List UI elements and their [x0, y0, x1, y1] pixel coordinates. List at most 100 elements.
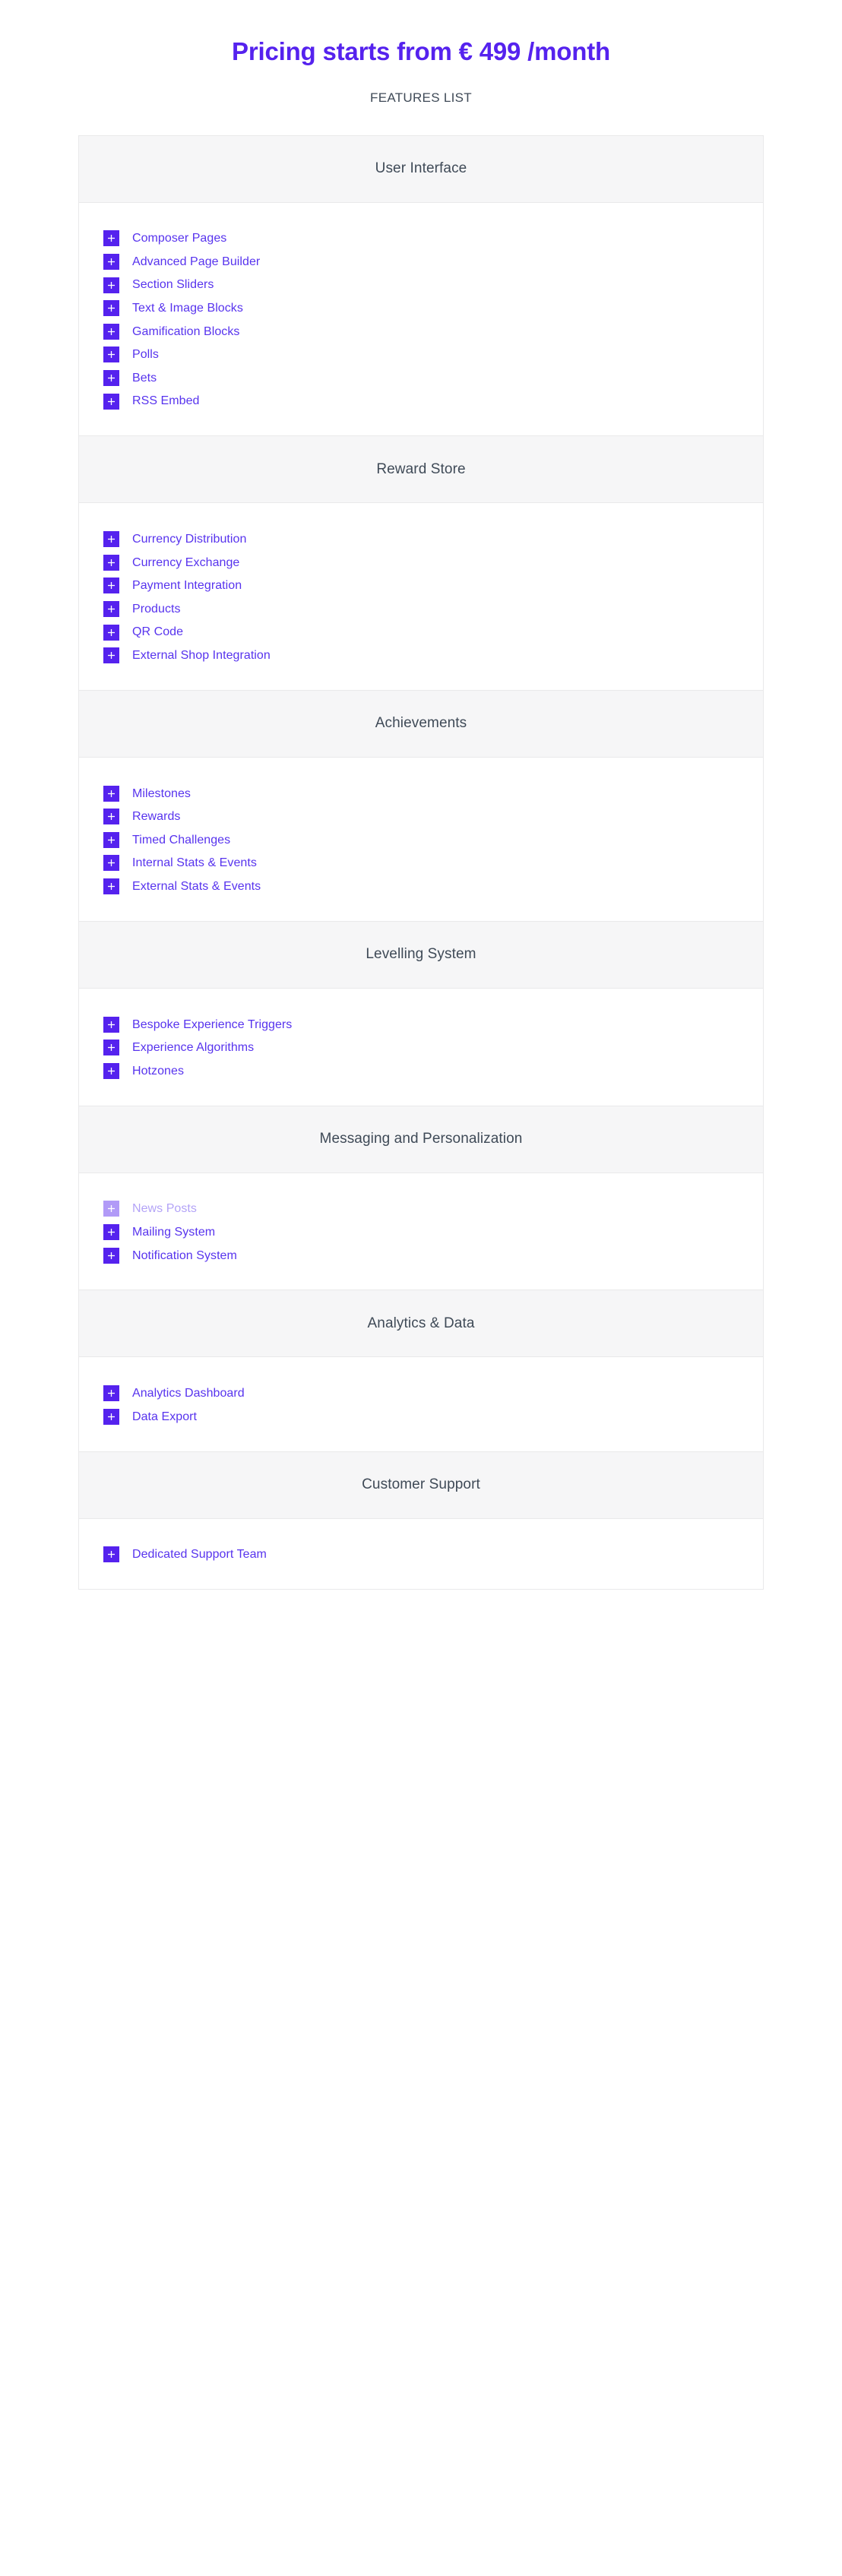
feature-label[interactable]: Bespoke Experience Triggers [132, 1017, 292, 1032]
plus-icon[interactable] [103, 1546, 119, 1562]
plus-icon[interactable] [103, 230, 119, 246]
feature-label[interactable]: Advanced Page Builder [132, 255, 260, 269]
feature-row[interactable]: QR Code [79, 621, 763, 644]
plus-icon[interactable] [103, 601, 119, 617]
feature-label[interactable]: Mailing System [132, 1225, 215, 1239]
feature-section-achievements: Achievements Milestones Rewards Timed Chall… [79, 691, 763, 922]
feature-row[interactable]: Timed Challenges [79, 828, 763, 852]
feature-row[interactable]: Gamification Blocks [79, 320, 763, 343]
feature-label[interactable]: Bets [132, 371, 157, 385]
plus-icon[interactable] [103, 1040, 119, 1055]
section-header-achievements: Achievements [79, 691, 763, 758]
feature-label[interactable]: Analytics Dashboard [132, 1386, 245, 1400]
feature-row[interactable]: Text & Image Blocks [79, 296, 763, 320]
feature-label[interactable]: QR Code [132, 625, 183, 639]
hero-header: Pricing starts from € 499 /month FEATURE… [0, 0, 842, 106]
feature-row[interactable]: External Stats & Events [79, 875, 763, 898]
section-header-reward-store: Reward Store [79, 436, 763, 503]
feature-label[interactable]: Payment Integration [132, 578, 242, 593]
feature-row[interactable]: Bespoke Experience Triggers [79, 1013, 763, 1036]
feature-label[interactable]: Hotzones [132, 1064, 184, 1078]
plus-icon[interactable] [103, 555, 119, 571]
feature-label[interactable]: Rewards [132, 809, 180, 824]
feature-row[interactable]: Analytics Dashboard [79, 1381, 763, 1405]
plus-icon[interactable] [103, 277, 119, 293]
feature-row[interactable]: Currency Exchange [79, 551, 763, 574]
feature-row[interactable]: Dedicated Support Team [79, 1543, 763, 1567]
feature-row[interactable]: Hotzones [79, 1059, 763, 1083]
feature-label[interactable]: Products [132, 602, 181, 616]
plus-icon[interactable] [103, 809, 119, 824]
plus-icon[interactable] [103, 786, 119, 802]
feature-label[interactable]: Internal Stats & Events [132, 856, 257, 870]
feature-section-levelling-system: Levelling SystemBespoke Experience Trigg… [79, 922, 763, 1106]
plus-icon[interactable] [103, 370, 119, 386]
feature-row[interactable]: Products [79, 597, 763, 621]
feature-label[interactable]: RSS Embed [132, 394, 200, 408]
feature-label[interactable]: Currency Distribution [132, 532, 246, 546]
feature-row[interactable]: External Shop Integration [79, 644, 763, 667]
section-title: Messaging and Personalization [320, 1131, 523, 1147]
feature-row[interactable]: Bets [79, 366, 763, 390]
feature-row[interactable]: Advanced Page Builder [79, 250, 763, 274]
plus-icon[interactable] [103, 855, 119, 871]
plus-icon[interactable] [103, 1248, 119, 1264]
plus-icon[interactable] [103, 625, 119, 641]
feature-label[interactable]: External Stats & Events [132, 879, 261, 894]
feature-row[interactable]: Experience Algorithms [79, 1036, 763, 1059]
plus-icon[interactable] [103, 1063, 119, 1079]
plus-icon[interactable] [103, 1017, 119, 1033]
plus-icon[interactable] [103, 531, 119, 547]
plus-icon[interactable] [103, 347, 119, 362]
page-subtitle: FEATURES LIST [0, 67, 842, 106]
feature-section-messaging-and-personalization: Messaging and Personalization News Posts M… [79, 1106, 763, 1291]
feature-row[interactable]: Composer Pages [79, 227, 763, 251]
feature-row[interactable]: RSS Embed [79, 390, 763, 413]
section-header-levelling-system: Levelling System [79, 922, 763, 989]
feature-label[interactable]: Dedicated Support Team [132, 1547, 267, 1562]
feature-row[interactable]: Currency Distribution [79, 527, 763, 551]
feature-label[interactable]: Currency Exchange [132, 555, 239, 570]
plus-icon[interactable] [103, 1409, 119, 1425]
feature-label[interactable]: News Posts [132, 1201, 197, 1216]
feature-label[interactable]: External Shop Integration [132, 648, 271, 663]
plus-icon[interactable] [103, 300, 119, 316]
plus-icon[interactable] [103, 1201, 119, 1217]
feature-label[interactable]: Text & Image Blocks [132, 301, 243, 315]
plus-icon[interactable] [103, 1224, 119, 1240]
feature-row[interactable]: Notification System [79, 1244, 763, 1267]
plus-icon[interactable] [103, 1385, 119, 1401]
section-title: Reward Store [376, 461, 465, 478]
feature-label[interactable]: Section Sliders [132, 277, 214, 292]
plus-icon[interactable] [103, 647, 119, 663]
feature-row[interactable]: Polls [79, 343, 763, 367]
feature-label[interactable]: Composer Pages [132, 231, 226, 245]
feature-row[interactable]: Internal Stats & Events [79, 852, 763, 875]
plus-icon[interactable] [103, 254, 119, 270]
feature-row[interactable]: Rewards [79, 805, 763, 829]
feature-label[interactable]: Polls [132, 347, 159, 362]
plus-icon[interactable] [103, 878, 119, 894]
section-body-customer-support: Dedicated Support Team [79, 1519, 763, 1590]
feature-row[interactable]: Section Sliders [79, 274, 763, 297]
feature-label[interactable]: Gamification Blocks [132, 324, 239, 339]
section-body-reward-store: Currency Distribution Currency Exchange Pa… [79, 503, 763, 691]
feature-row[interactable]: News Posts [79, 1198, 763, 1221]
feature-section-reward-store: Reward StoreCurrency DistributionCurrenc… [79, 436, 763, 691]
feature-row[interactable]: Milestones [79, 782, 763, 805]
plus-icon[interactable] [103, 578, 119, 593]
features-list-wrapper: User InterfaceComposer PagesAdvanced Pag… [78, 106, 764, 1590]
feature-label[interactable]: Experience Algorithms [132, 1040, 254, 1055]
plus-icon[interactable] [103, 324, 119, 340]
feature-row[interactable]: Payment Integration [79, 574, 763, 598]
feature-row[interactable]: Data Export [79, 1405, 763, 1429]
feature-label[interactable]: Milestones [132, 786, 191, 801]
feature-section-customer-support: Customer SupportDedicated Support Team [79, 1452, 763, 1590]
plus-icon[interactable] [103, 394, 119, 410]
feature-label[interactable]: Notification System [132, 1248, 237, 1263]
feature-label[interactable]: Data Export [132, 1410, 197, 1424]
section-body-levelling-system: Bespoke Experience Triggers Experience Al… [79, 989, 763, 1106]
plus-icon[interactable] [103, 832, 119, 848]
feature-label[interactable]: Timed Challenges [132, 833, 230, 847]
feature-row[interactable]: Mailing System [79, 1220, 763, 1244]
